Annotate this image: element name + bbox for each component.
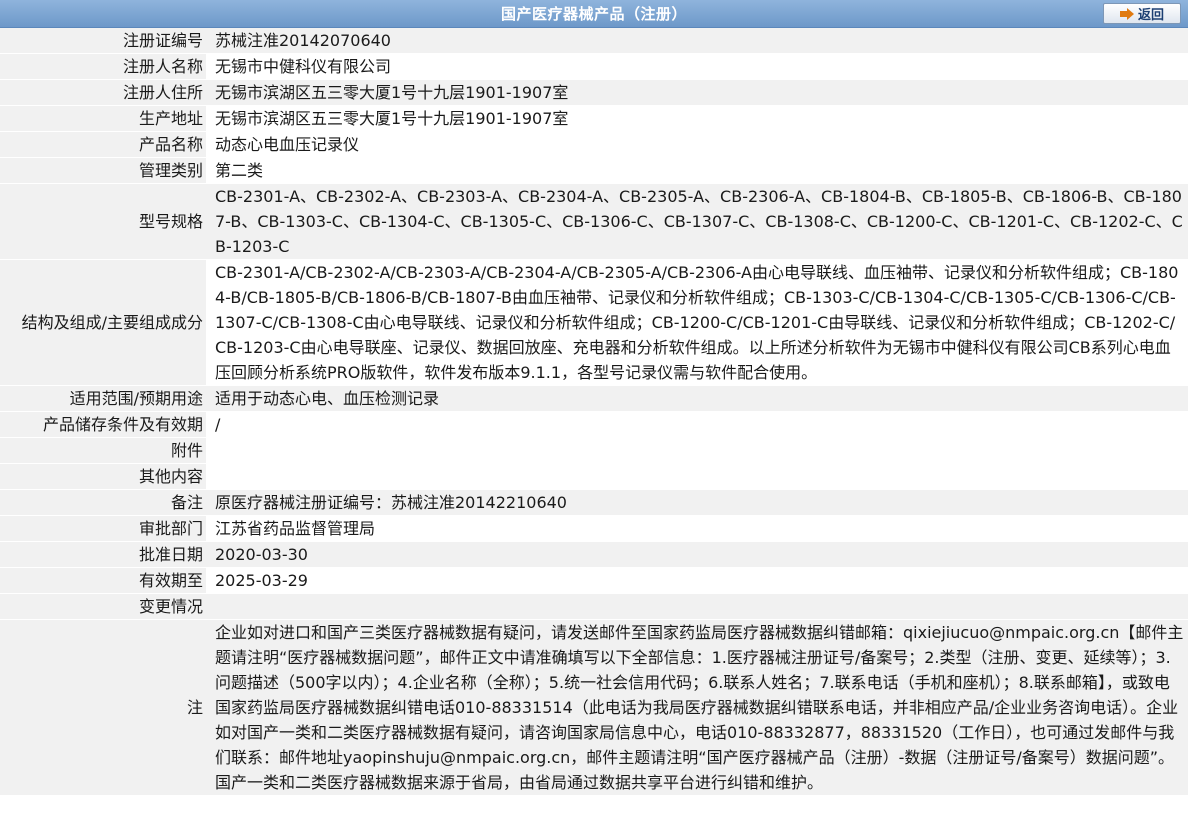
row-registrant-address: 注册人住所 无锡市滨湖区五三零大厦1号十九层1901-1907室 — [0, 79, 1188, 106]
page-header: 国产医疗器械产品（注册） 返回 — [0, 0, 1188, 28]
management-class-value: 第二类 — [206, 157, 1188, 184]
field-label: 审批部门 — [0, 515, 206, 542]
row-scope: 适用范围/预期用途 适用于动态心电、血压检测记录 — [0, 385, 1188, 412]
approval-dept-value: 江苏省药品监督管理局 — [206, 515, 1188, 542]
field-label: 产品储存条件及有效期 — [0, 411, 206, 438]
registration-number-value: 苏械注准20142070640 — [206, 28, 1188, 54]
row-reg-no: 注册证编号 苏械注准20142070640 — [0, 28, 1188, 54]
field-label: 附件 — [0, 437, 206, 464]
row-structure: 结构及组成/主要组成成分 CB-2301-A/CB-2302-A/CB-2303… — [0, 259, 1188, 386]
row-note: 注 企业如对进口和国产三类医疗器械数据有疑问，请发送邮件至国家药监局医疗器械数据… — [0, 619, 1188, 796]
product-name-value: 动态心电血压记录仪 — [206, 131, 1188, 158]
field-label: 变更情况 — [0, 593, 206, 620]
field-label: 适用范围/预期用途 — [0, 385, 206, 412]
scope-value: 适用于动态心电、血压检测记录 — [206, 385, 1188, 412]
field-label: 结构及组成/主要组成成分 — [0, 259, 206, 386]
field-label: 管理类别 — [0, 157, 206, 184]
row-other: 其他内容 — [0, 463, 1188, 490]
model-spec-value: CB-2301-A、CB-2302-A、CB-2303-A、CB-2304-A、… — [206, 183, 1188, 260]
row-remark: 备注 原医疗器械注册证编号：苏械注准20142210640 — [0, 489, 1188, 516]
row-change: 变更情况 — [0, 593, 1188, 620]
field-label: 有效期至 — [0, 567, 206, 594]
production-address-value: 无锡市滨湖区五三零大厦1号十九层1901-1907室 — [206, 105, 1188, 132]
remark-value: 原医疗器械注册证编号：苏械注准20142210640 — [206, 489, 1188, 516]
registrant-value: 无锡市中健科仪有限公司 — [206, 53, 1188, 80]
row-approval-dept: 审批部门 江苏省药品监督管理局 — [0, 515, 1188, 542]
field-label: 产品名称 — [0, 131, 206, 158]
field-label: 注 — [0, 619, 206, 796]
change-value — [206, 593, 1188, 620]
field-label: 批准日期 — [0, 541, 206, 568]
row-valid-until: 有效期至 2025-03-29 — [0, 567, 1188, 594]
structure-value: CB-2301-A/CB-2302-A/CB-2303-A/CB-2304-A/… — [206, 259, 1188, 386]
field-label: 注册人名称 — [0, 53, 206, 80]
back-button[interactable]: 返回 — [1103, 3, 1181, 24]
row-production-address: 生产地址 无锡市滨湖区五三零大厦1号十九层1901-1907室 — [0, 105, 1188, 132]
back-button-label: 返回 — [1137, 8, 1164, 23]
registrant-address-value: 无锡市滨湖区五三零大厦1号十九层1901-1907室 — [206, 79, 1188, 106]
field-label: 其他内容 — [0, 463, 206, 490]
row-storage: 产品储存条件及有效期 / — [0, 411, 1188, 438]
row-product-name: 产品名称 动态心电血压记录仪 — [0, 131, 1188, 158]
page-title: 国产医疗器械产品（注册） — [500, 5, 687, 23]
row-management-class: 管理类别 第二类 — [0, 157, 1188, 184]
approval-date-value: 2020-03-30 — [206, 541, 1188, 568]
row-attachment: 附件 — [0, 437, 1188, 464]
field-label: 注册人住所 — [0, 79, 206, 106]
field-label: 生产地址 — [0, 105, 206, 132]
valid-until-value: 2025-03-29 — [206, 567, 1188, 594]
field-label: 型号规格 — [0, 183, 206, 260]
field-label: 备注 — [0, 489, 206, 516]
row-registrant: 注册人名称 无锡市中健科仪有限公司 — [0, 53, 1188, 80]
attachment-value — [206, 437, 1188, 464]
arrow-right-icon — [1119, 7, 1134, 20]
other-value — [206, 463, 1188, 490]
row-approval-date: 批准日期 2020-03-30 — [0, 541, 1188, 568]
row-model-spec: 型号规格 CB-2301-A、CB-2302-A、CB-2303-A、CB-23… — [0, 183, 1188, 260]
field-label: 注册证编号 — [0, 28, 206, 54]
storage-value: / — [206, 411, 1188, 438]
detail-table: 注册证编号 苏械注准20142070640 注册人名称 无锡市中健科仪有限公司 … — [0, 28, 1188, 796]
note-value: 企业如对进口和国产三类医疗器械数据有疑问，请发送邮件至国家药监局医疗器械数据纠错… — [206, 619, 1188, 796]
